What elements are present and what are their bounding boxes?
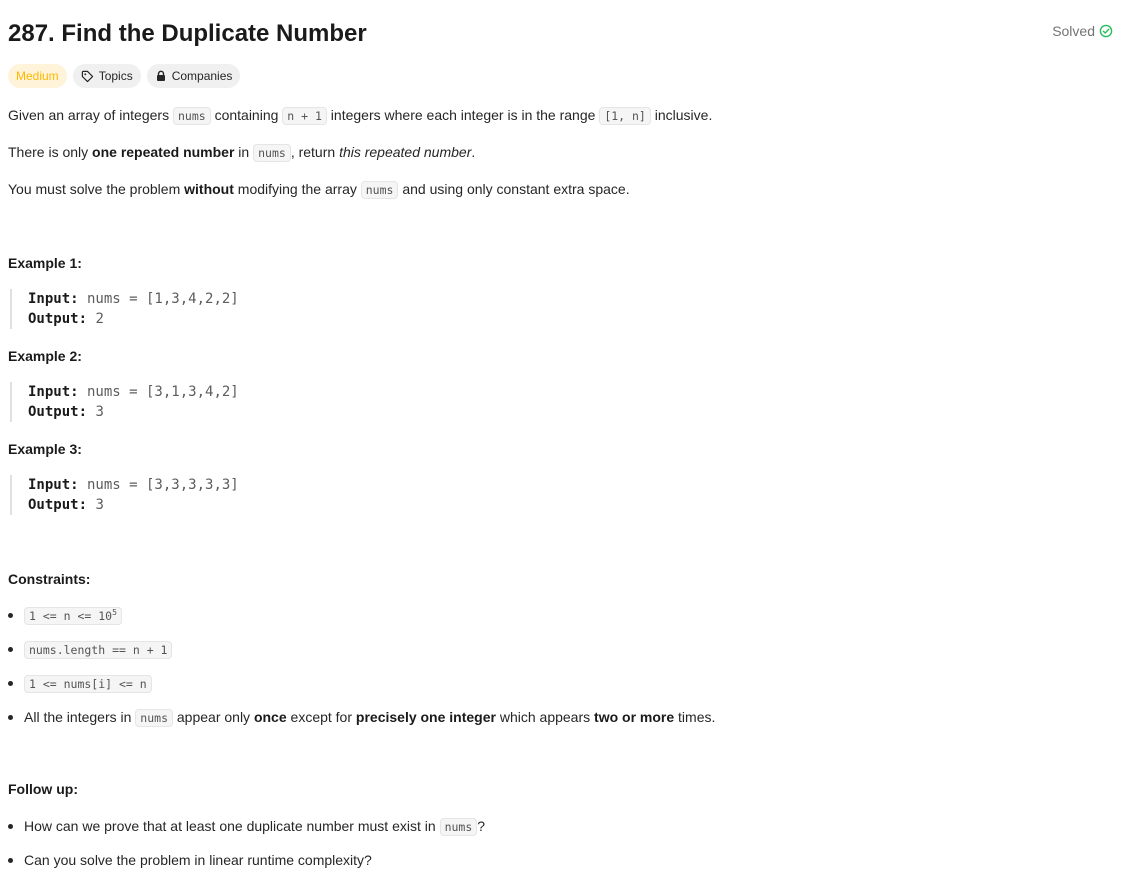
difficulty-label: Medium: [16, 69, 59, 83]
output-label: Output:: [28, 404, 88, 420]
inline-code: nums: [135, 709, 173, 727]
topics-label: Topics: [98, 69, 133, 83]
text: appear only: [173, 709, 254, 725]
inline-code: nums: [172, 107, 211, 125]
text: in: [234, 144, 254, 160]
constraints-heading: Constraints:: [8, 571, 91, 587]
text: .: [471, 144, 476, 160]
text: times.: [674, 709, 716, 725]
solved-status: Solved: [1052, 23, 1113, 39]
constraint-item: All the integers in nums appear only onc…: [8, 707, 715, 728]
text: There is only: [8, 144, 93, 160]
solved-label: Solved: [1052, 23, 1095, 39]
text: 1 <= n <= 10: [29, 609, 113, 623]
text: containing: [210, 107, 283, 123]
output-value: 3: [87, 497, 104, 513]
inline-code: nums: [253, 144, 291, 162]
lock-icon: [155, 70, 167, 82]
inline-code: [1, n]: [599, 107, 651, 125]
example-3-heading: Example 3:: [8, 441, 82, 457]
text: Given an array of integers: [8, 107, 173, 123]
inline-code: 1 <= n <= 105: [24, 607, 122, 625]
problem-title[interactable]: 287. Find the Duplicate Number: [8, 19, 1116, 49]
inline-code: n + 1: [282, 107, 327, 125]
tag-icon: [81, 70, 94, 83]
description-paragraph-1: Given an array of integers nums containi…: [8, 105, 712, 126]
input-label: Input:: [28, 477, 79, 493]
example-2-heading: Example 2:: [8, 348, 82, 364]
constraint-item: 1 <= nums[i] <= n: [8, 673, 715, 694]
constraint-item: 1 <= n <= 105: [8, 605, 715, 626]
text: integers where each integer is in the ra…: [326, 107, 600, 123]
output-value: 3: [87, 404, 104, 420]
constraint-item: nums.length == n + 1: [8, 639, 715, 660]
input-value: nums = [3,3,3,3,3]: [78, 477, 239, 493]
example-input-line: Input: nums = [3,3,3,3,3]: [28, 475, 328, 495]
constraints-list: 1 <= n <= 105 nums.length == n + 1 1 <= …: [8, 605, 715, 728]
bold-text: once: [253, 709, 287, 725]
example-3-block: Input: nums = [3,3,3,3,3] Output: 3: [10, 475, 328, 515]
text: Can you solve the problem in linear runt…: [24, 852, 372, 868]
example-input-line: Input: nums = [3,1,3,4,2]: [28, 382, 328, 402]
example-2-block: Input: nums = [3,1,3,4,2] Output: 3: [10, 382, 328, 422]
example-input-line: Input: nums = [1,3,4,2,2]: [28, 289, 328, 309]
follow-up-heading: Follow up:: [8, 781, 78, 797]
text: except for: [286, 709, 356, 725]
check-circle-icon: [1099, 24, 1113, 38]
input-value: nums = [3,1,3,4,2]: [78, 384, 239, 400]
output-label: Output:: [28, 311, 88, 327]
example-1-heading: Example 1:: [8, 255, 82, 271]
companies-label: Companies: [171, 69, 233, 83]
inline-code: nums: [360, 181, 399, 199]
bold-text: two or more: [594, 709, 675, 725]
text: ?: [477, 818, 486, 834]
bold-text: without: [184, 181, 234, 197]
follow-up-item: How can we prove that at least one dupli…: [8, 816, 485, 837]
output-value: 2: [87, 311, 104, 327]
description-paragraph-2: There is only one repeated number in num…: [8, 142, 475, 163]
inline-code: nums: [439, 818, 478, 836]
text: modifying the array: [233, 181, 361, 197]
text: inclusive.: [650, 107, 713, 123]
text: How can we prove that at least one dupli…: [24, 818, 440, 834]
topics-button[interactable]: Topics: [72, 64, 141, 88]
text: , return: [290, 144, 340, 160]
difficulty-badge: Medium: [8, 64, 67, 88]
follow-up-item: Can you solve the problem in linear runt…: [8, 850, 485, 870]
input-value: nums = [1,3,4,2,2]: [78, 291, 239, 307]
output-label: Output:: [28, 497, 88, 513]
follow-up-list: How can we prove that at least one dupli…: [8, 816, 485, 870]
example-output-line: Output: 3: [28, 402, 328, 422]
italic-text: this repeated number: [339, 144, 472, 160]
inline-code: nums.length == n + 1: [24, 641, 173, 659]
text: You must solve the problem: [8, 181, 185, 197]
inline-code: 1 <= nums[i] <= n: [24, 675, 152, 693]
text: and using only constant extra space.: [398, 181, 630, 197]
text: All the integers in: [24, 709, 136, 725]
tag-row: Medium Topics Companies: [8, 64, 241, 88]
exponent: 5: [112, 608, 117, 618]
input-label: Input:: [28, 291, 79, 307]
text: which appears: [495, 709, 595, 725]
example-output-line: Output: 2: [28, 309, 328, 329]
description-paragraph-3: You must solve the problem without modif…: [8, 179, 630, 200]
input-label: Input:: [28, 384, 79, 400]
companies-button[interactable]: Companies: [146, 64, 241, 88]
example-output-line: Output: 3: [28, 495, 328, 515]
bold-text: precisely one integer: [355, 709, 496, 725]
title-row: 287. Find the Duplicate Number Solved: [8, 19, 1116, 49]
bold-text: one repeated number: [92, 144, 235, 160]
example-1-block: Input: nums = [1,3,4,2,2] Output: 2: [10, 289, 328, 329]
